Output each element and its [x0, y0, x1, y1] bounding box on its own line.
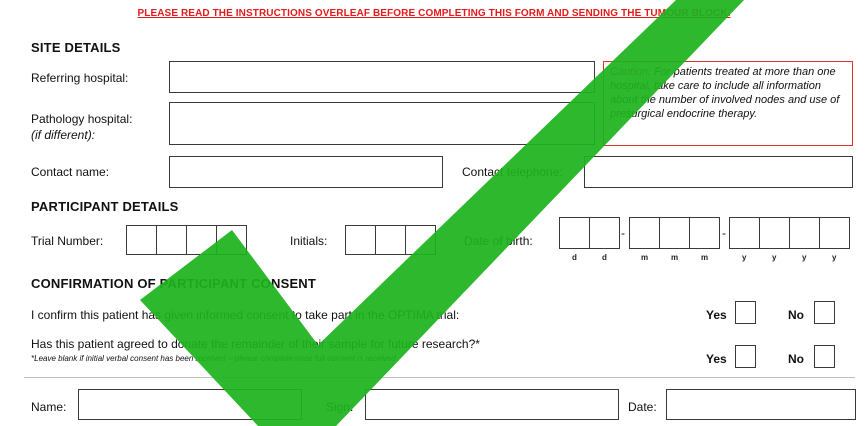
- trial-number-cell[interactable]: [186, 225, 217, 255]
- date-field[interactable]: [666, 389, 856, 420]
- dob-day-cell[interactable]: [589, 217, 620, 249]
- consent-heading: CONFIRMATION OF PARTICIPANT CONSENT: [31, 276, 317, 291]
- trial-number-cell[interactable]: [126, 225, 157, 255]
- caution-note: Caution: For patients treated at more th…: [603, 61, 853, 146]
- participant-details-heading: PARTICIPANT DETAILS: [31, 199, 179, 214]
- sign-label: Sign:: [326, 400, 354, 414]
- dob-month-cell[interactable]: [689, 217, 720, 249]
- dob-year-cell[interactable]: [789, 217, 820, 249]
- consent-1-no-label: No: [788, 308, 804, 322]
- initials-cell[interactable]: [375, 225, 406, 255]
- initials-cell[interactable]: [345, 225, 376, 255]
- initials-cell[interactable]: [405, 225, 436, 255]
- dob-sublabel: y: [832, 253, 837, 262]
- dob-sublabel: m: [671, 253, 679, 262]
- divider: [24, 377, 855, 378]
- trial-number-cell[interactable]: [156, 225, 187, 255]
- consent-2-yes-checkbox[interactable]: [735, 345, 756, 368]
- dob-year-cell[interactable]: [729, 217, 760, 249]
- dob-year-cell[interactable]: [819, 217, 850, 249]
- contact-telephone-label: Contact telephone:: [462, 165, 563, 179]
- dob-sublabel: d: [602, 253, 607, 262]
- name-field[interactable]: [78, 389, 302, 420]
- consent-footnote: *Leave blank if initial verbal consent h…: [31, 354, 396, 363]
- caution-lead: Caution:: [610, 66, 655, 78]
- consent-1-yes-checkbox[interactable]: [735, 301, 756, 324]
- consent-1-no-checkbox[interactable]: [814, 301, 835, 324]
- consent-2-no-checkbox[interactable]: [814, 345, 835, 368]
- consent-2-yes-label: Yes: [706, 352, 727, 366]
- dob-separator: -: [621, 226, 625, 240]
- trial-number-label: Trial Number:: [31, 234, 104, 248]
- dob-separator: -: [722, 226, 726, 240]
- instructions-notice: PLEASE READ THE INSTRUCTIONS OVERLEAF BE…: [137, 8, 731, 19]
- trial-number-cell[interactable]: [216, 225, 247, 255]
- dob-year-cell[interactable]: [759, 217, 790, 249]
- consent-form: PLEASE READ THE INSTRUCTIONS OVERLEAF BE…: [0, 0, 868, 426]
- dob-sublabel: y: [772, 253, 777, 262]
- pathology-hospital-field[interactable]: [169, 102, 595, 145]
- dob-month-cell[interactable]: [659, 217, 690, 249]
- pathology-hospital-sublabel: (if different):: [31, 128, 96, 142]
- consent-1-yes-label: Yes: [706, 308, 727, 322]
- dob-sublabel: y: [742, 253, 747, 262]
- dob-sublabel: d: [572, 253, 577, 262]
- consent-question-1: I confirm this patient has given informe…: [31, 308, 460, 322]
- dob-day-cell[interactable]: [559, 217, 590, 249]
- dob-month-cell[interactable]: [629, 217, 660, 249]
- referring-hospital-label: Referring hospital:: [31, 71, 129, 85]
- contact-telephone-field[interactable]: [584, 156, 853, 188]
- sign-field[interactable]: [365, 389, 619, 420]
- initials-label: Initials:: [290, 234, 328, 248]
- pathology-hospital-label: Pathology hospital:: [31, 112, 133, 126]
- consent-2-no-label: No: [788, 352, 804, 366]
- contact-name-field[interactable]: [169, 156, 443, 188]
- date-of-birth-label: Date of birth:: [464, 234, 533, 248]
- consent-question-2: Has this patient agreed to donate the re…: [31, 337, 480, 351]
- site-details-heading: SITE DETAILS: [31, 40, 121, 55]
- date-label: Date:: [628, 400, 657, 414]
- dob-sublabel: m: [701, 253, 709, 262]
- name-label: Name:: [31, 400, 67, 414]
- dob-sublabel: y: [802, 253, 807, 262]
- contact-name-label: Contact name:: [31, 165, 110, 179]
- referring-hospital-field[interactable]: [169, 61, 595, 93]
- dob-sublabel: m: [641, 253, 649, 262]
